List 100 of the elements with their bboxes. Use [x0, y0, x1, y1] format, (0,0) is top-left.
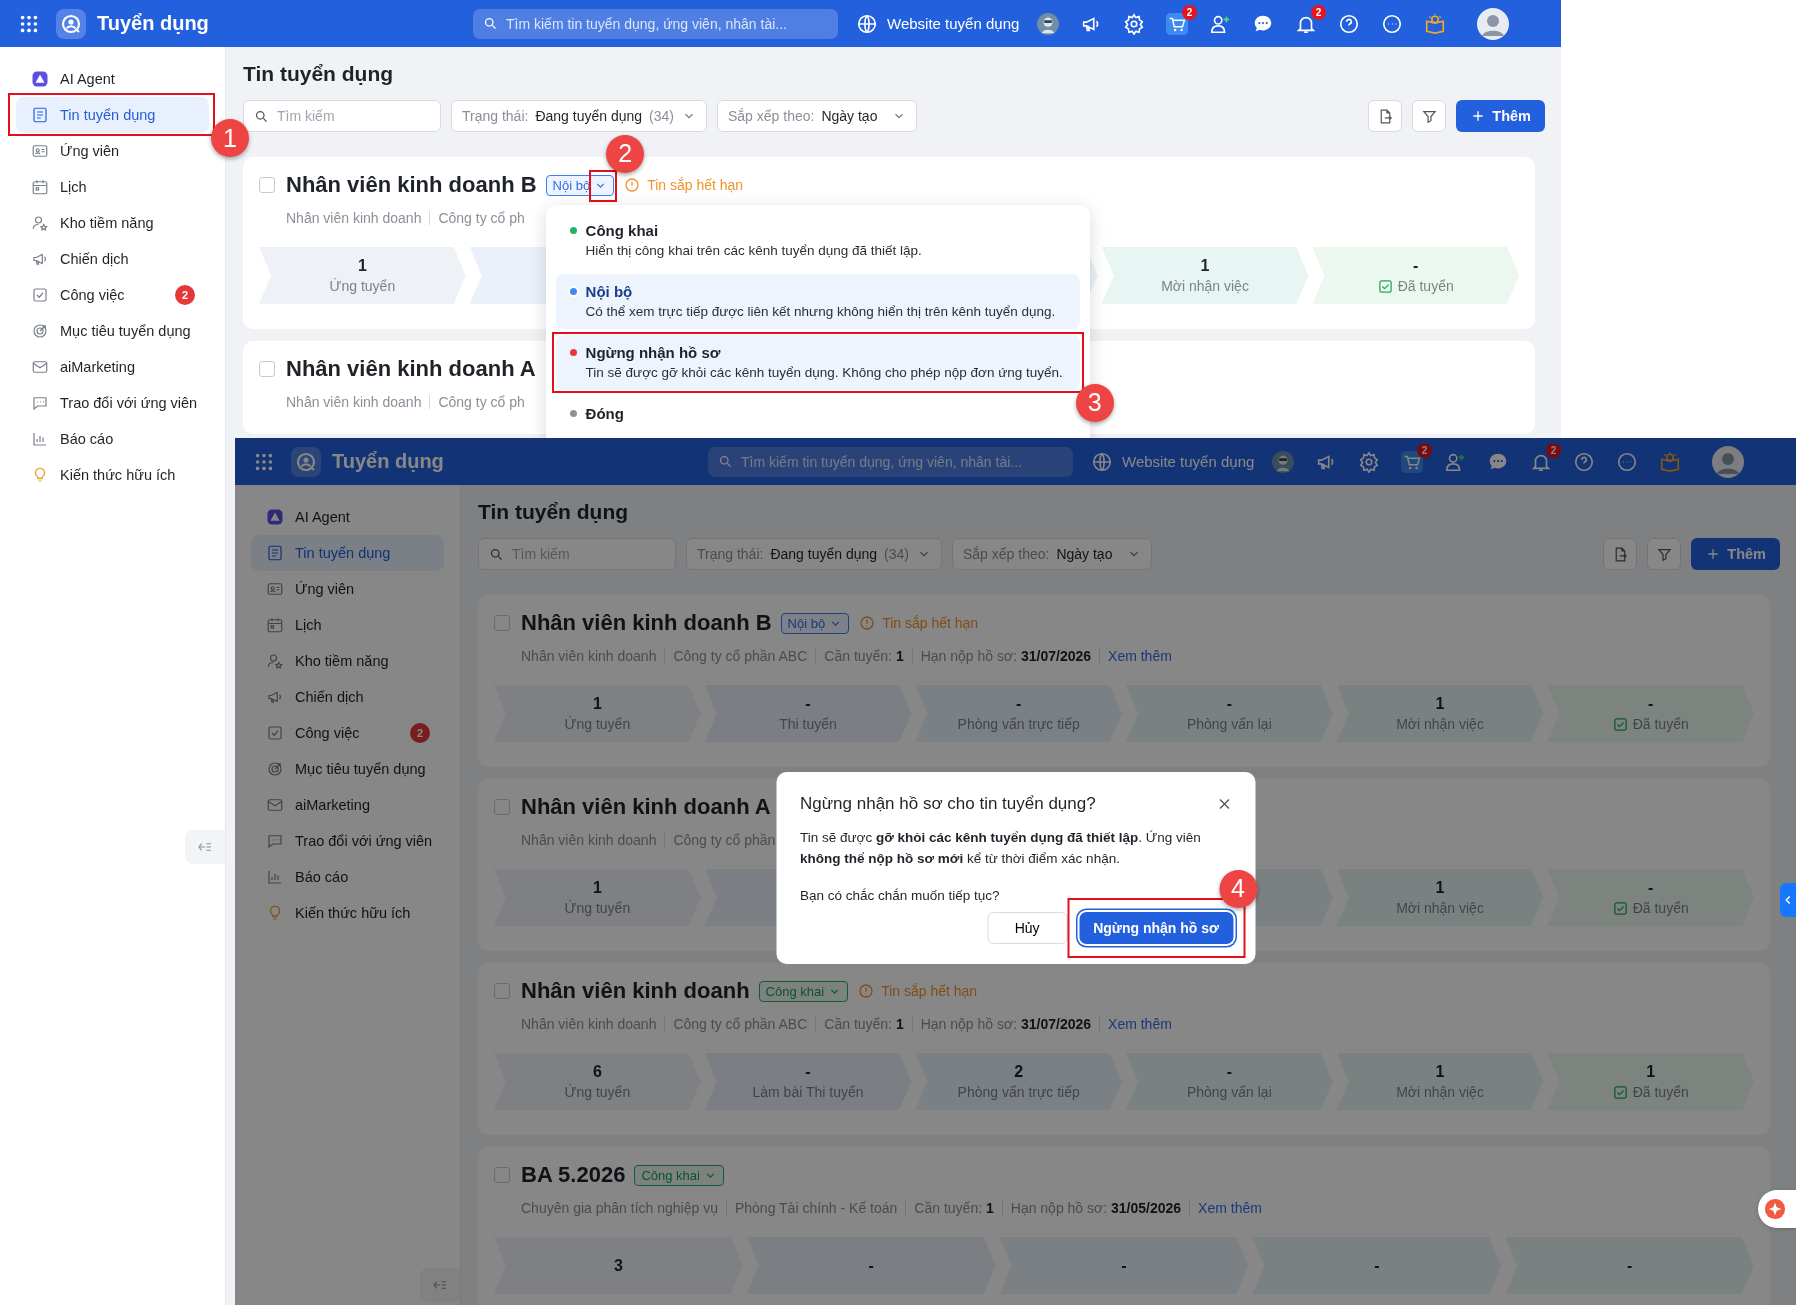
menu-item[interactable]: Nội bộ Có thể xem trực tiếp được liên kết nhưng không hiển thị trên kênh tuyển dụng.: [555, 273, 1080, 329]
sidebar-item[interactable]: Công việc 2: [251, 715, 444, 751]
pipeline-stage[interactable]: 1 Ứng tuyển: [259, 247, 466, 304]
pipeline-stage[interactable]: - Làm bài Thi tuyển: [704, 1053, 912, 1110]
see-more-link[interactable]: Xem thêm: [1099, 649, 1180, 663]
sidebar-item[interactable]: Chiến dịch: [251, 679, 444, 715]
sort-dropdown[interactable]: Sắp xếp theo: Ngày tạo: [952, 538, 1152, 570]
website-link[interactable]: Website tuyển dụng: [856, 12, 1020, 35]
pipeline-stage[interactable]: -: [1252, 1237, 1502, 1294]
sidebar-item[interactable]: Lịch: [16, 169, 209, 205]
status-filter-dropdown[interactable]: Trạng thái: Đang tuyển dụng (34): [451, 100, 707, 132]
export-button[interactable]: [1603, 538, 1638, 570]
checkbox[interactable]: [494, 615, 510, 631]
user-avatar-icon[interactable]: [1712, 445, 1745, 478]
sidebar-item[interactable]: aiMarketing: [251, 787, 444, 823]
shopping-cart-icon[interactable]: [1401, 450, 1424, 473]
sidebar-item[interactable]: Trao đổi với ứng viên: [16, 385, 209, 421]
sort-dropdown[interactable]: Sắp xếp theo: Ngày tạo: [717, 100, 917, 132]
pipeline-stage[interactable]: - Phòng vấn trực tiếp: [915, 685, 1122, 742]
pipeline-stage[interactable]: - Đã tuyển: [1312, 247, 1520, 304]
website-link[interactable]: Website tuyển dụng: [1091, 450, 1255, 473]
help-icon[interactable]: [1573, 450, 1596, 473]
pipeline-stage[interactable]: 2 Phòng vấn trực tiếp: [915, 1053, 1122, 1110]
status-tag[interactable]: Nội bộ: [780, 612, 850, 634]
pipeline-stage[interactable]: 1 Mời nhận việc: [1336, 869, 1544, 926]
sidebar-item[interactable]: Kho tiềm năng: [16, 205, 209, 241]
menu-item[interactable]: Công khai Hiển thị công khai trên các kênh tuyển dụng đã thiết lập.: [555, 212, 934, 268]
sidebar-item[interactable]: Ứng viên: [251, 571, 444, 607]
checkbox[interactable]: [494, 983, 510, 999]
pipeline-stage[interactable]: -: [746, 1237, 996, 1294]
lightbulb-book-icon[interactable]: [1659, 450, 1682, 473]
filter-button[interactable]: [1647, 538, 1682, 570]
pipeline-stage[interactable]: 1 Ứng tuyển: [494, 685, 701, 742]
pipeline-stage[interactable]: 1 Mời nhận việc: [1101, 247, 1309, 304]
export-button[interactable]: [1368, 100, 1403, 132]
job-title[interactable]: BA 5.2026: [521, 1162, 626, 1188]
job-title[interactable]: Nhân viên kinh doanh: [521, 978, 750, 1004]
stage-count: 1: [1435, 1063, 1445, 1081]
checkbox[interactable]: [259, 177, 275, 193]
sidebar-item[interactable]: Lịch: [251, 607, 444, 643]
help-icon[interactable]: [1338, 12, 1361, 35]
sidebar-item[interactable]: Mục tiêu tuyển dụng: [16, 313, 209, 349]
job-title[interactable]: Nhân viên kinh doanh B: [521, 610, 772, 636]
sidebar-item[interactable]: Báo cáo: [16, 421, 209, 457]
pipeline-stage[interactable]: 1 Mời nhận việc: [1336, 1053, 1544, 1110]
sidebar-item[interactable]: aiMarketing: [16, 349, 209, 385]
sidebar-item[interactable]: Chiến dịch: [16, 241, 209, 277]
pipeline-stage[interactable]: - Phòng vấn lại: [1126, 685, 1333, 742]
sidebar-item[interactable]: AI Agent: [16, 61, 209, 97]
settings-icon[interactable]: [1358, 450, 1381, 473]
pipeline-stage[interactable]: - Đã tuyển: [1547, 685, 1755, 742]
add-button[interactable]: Thêm: [1691, 538, 1780, 570]
more-icon[interactable]: [1381, 12, 1404, 35]
pipeline-stage[interactable]: 3: [494, 1237, 743, 1294]
pipeline-stage[interactable]: 6 Ứng tuyển: [494, 1053, 701, 1110]
pipeline-stage[interactable]: - Thi tuyển: [704, 685, 912, 742]
checkbox[interactable]: [494, 1167, 510, 1183]
settings-icon[interactable]: [1123, 12, 1146, 35]
menu-item[interactable]: Ngừng nhận hồ sơ Tin sẽ được gỡ khỏi các kênh tuyển dụng. Không cho phép nộp đơn ứng tuyển.: [555, 334, 1080, 390]
pipeline-stage[interactable]: 1 Ứng tuyển: [494, 869, 701, 926]
pipeline-stage[interactable]: - Đã tuyển: [1547, 869, 1755, 926]
more-icon[interactable]: [1616, 450, 1639, 473]
pipeline-stage[interactable]: -: [1505, 1237, 1754, 1294]
shopping-cart-icon[interactable]: [1166, 12, 1189, 35]
pipeline-stage[interactable]: 1 Mời nhận việc: [1336, 685, 1544, 742]
ai-agent-icon: [31, 70, 49, 88]
sidebar-item[interactable]: Mục tiêu tuyển dụng: [251, 751, 444, 787]
expand-panel-button[interactable]: [1780, 883, 1796, 917]
user-avatar-icon[interactable]: [1477, 7, 1510, 40]
stage-name: Ứng tuyển: [564, 900, 631, 916]
sidebar-item[interactable]: Trao đổi với ứng viên: [251, 823, 444, 859]
sidebar-item[interactable]: Công việc 2: [16, 277, 209, 313]
checkbox[interactable]: [259, 361, 275, 377]
pipeline-stage[interactable]: -: [999, 1237, 1249, 1294]
pipeline-stage[interactable]: 1 Đã tuyển: [1547, 1053, 1755, 1110]
sidebar-item[interactable]: Kiến thức hữu ích: [251, 895, 444, 931]
globe-icon: [856, 12, 878, 35]
sidebar-item[interactable]: Tin tuyển dụng: [16, 97, 209, 133]
pipeline-stage[interactable]: - Phòng vấn lại: [1126, 1053, 1333, 1110]
lightbulb-book-icon[interactable]: [1424, 12, 1447, 35]
robot-avatar-icon[interactable]: [1272, 450, 1295, 473]
sidebar-item[interactable]: Tin tuyển dụng: [251, 535, 444, 571]
sidebar-item[interactable]: AI Agent: [251, 499, 444, 535]
filter-button[interactable]: [1412, 100, 1447, 132]
menu-item[interactable]: Đóng: [555, 395, 636, 432]
see-more-link[interactable]: Xem thêm: [1099, 1017, 1180, 1031]
sidebar-item[interactable]: Kiến thức hữu ích: [16, 457, 209, 493]
job-title[interactable]: Nhân viên kinh doanh A: [286, 356, 536, 382]
sidebar-item[interactable]: Báo cáo: [251, 859, 444, 895]
assistant-button[interactable]: [1758, 1190, 1796, 1228]
job-title[interactable]: Nhân viên kinh doanh A: [521, 794, 771, 820]
see-more-link[interactable]: Xem thêm: [1189, 1201, 1270, 1215]
sidebar-item[interactable]: Ứng viên: [16, 133, 209, 169]
add-button[interactable]: Thêm: [1456, 100, 1545, 132]
checkbox[interactable]: [494, 799, 510, 815]
robot-avatar-icon[interactable]: [1037, 12, 1060, 35]
job-title[interactable]: Nhân viên kinh doanh B: [286, 172, 537, 198]
status-filter-dropdown[interactable]: Trạng thái: Đang tuyển dụng (34): [686, 538, 942, 570]
sidebar-item[interactable]: Kho tiềm năng: [251, 643, 444, 679]
search-field[interactable]: Tìm kiếm: [243, 100, 441, 132]
